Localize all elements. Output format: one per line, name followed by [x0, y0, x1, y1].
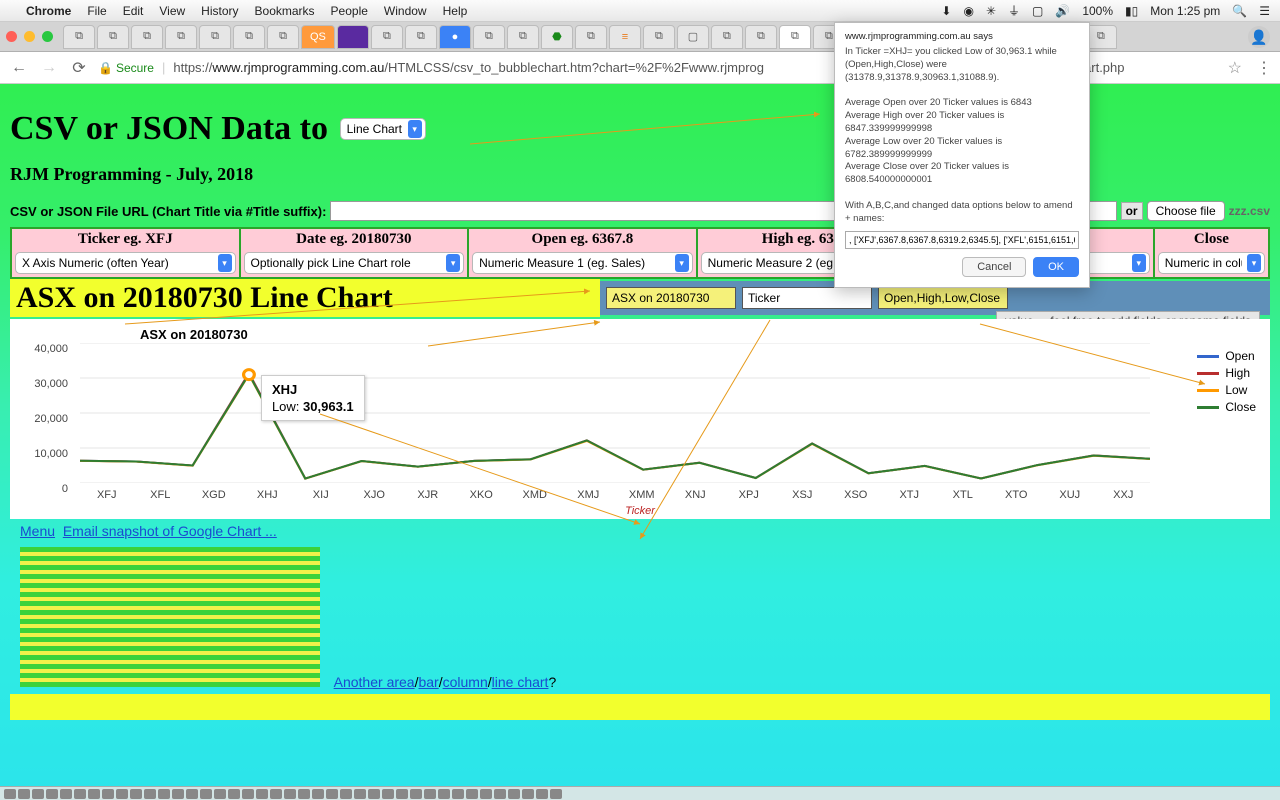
wifi-icon[interactable]: ⏚ — [1008, 2, 1020, 19]
alert-cancel-button[interactable]: Cancel — [962, 257, 1026, 277]
browser-tab[interactable]: ⧉ — [131, 25, 163, 49]
col-role-select[interactable]: Numeric Measure 1 (eg. Sales) — [472, 252, 693, 274]
browser-tab[interactable]: ⧉ — [199, 25, 231, 49]
email-snapshot-link[interactable]: Email snapshot of Google Chart ... — [63, 523, 277, 539]
bookmark-star-icon[interactable]: ☆ — [1228, 58, 1242, 78]
area-link[interactable]: area — [387, 674, 415, 690]
menu-window[interactable]: Window — [384, 4, 427, 18]
battery-icon: ▮▯ — [1125, 4, 1138, 18]
profile-avatar-icon[interactable]: 👤 — [1248, 26, 1270, 48]
chart-type-select[interactable]: Line Chart — [340, 118, 426, 140]
column-link[interactable]: column — [443, 674, 488, 690]
browser-tab[interactable]: ⬣ — [541, 25, 573, 49]
menu-link[interactable]: Menu — [20, 523, 55, 539]
reload-button[interactable]: ⟳ — [68, 57, 90, 79]
col-role-select[interactable]: Numeric in colu — [1158, 252, 1265, 274]
line-link[interactable]: line chart — [492, 674, 549, 690]
chart-x-axis-label: Ticker — [625, 505, 655, 517]
chart-title-input[interactable] — [606, 287, 736, 309]
zoom-window-icon[interactable] — [42, 31, 53, 42]
browser-tab-active[interactable]: ⧉ — [779, 25, 811, 49]
chart-heading-banner: ASX on 20180730 Line Chart — [10, 279, 600, 317]
browser-tab[interactable]: ⧉ — [371, 25, 403, 49]
page-title: CSV or JSON Data to — [10, 110, 328, 148]
menu-edit[interactable]: Edit — [123, 4, 144, 18]
browser-tab[interactable]: ⧉ — [63, 25, 95, 49]
alert-domain: www.rjmprogramming.com.au says — [845, 31, 1079, 42]
airplay-icon[interactable]: ▢ — [1032, 4, 1043, 18]
browser-tab[interactable] — [337, 25, 369, 49]
footer-strip — [10, 694, 1270, 720]
menu-bookmarks[interactable]: Bookmarks — [255, 4, 315, 18]
chosen-filename: zzz.csv — [1229, 204, 1270, 218]
col-header: Ticker eg. XFJ — [12, 229, 239, 250]
line-chart[interactable]: ASX on 20180730 40,000 30,000 20,000 10,… — [10, 319, 1270, 519]
chart-legend: Open High Low Close — [1197, 349, 1256, 417]
browser-tab[interactable]: ⧉ — [97, 25, 129, 49]
col-role-select[interactable]: X Axis Numeric (often Year) — [15, 252, 236, 274]
forward-button[interactable]: → — [38, 57, 60, 79]
chart-x-axis: XFJXFLXGDXHJXIJXJOXJRXKOXMDXMJXMMXNJXPJX… — [80, 489, 1150, 501]
col-role-select[interactable]: Optionally pick Line Chart role — [244, 252, 465, 274]
minimize-window-icon[interactable] — [24, 31, 35, 42]
window-controls[interactable] — [6, 31, 53, 42]
browser-tab[interactable]: QS — [301, 25, 335, 49]
menu-people[interactable]: People — [331, 4, 368, 18]
chart-inner-title: ASX on 20180730 — [140, 327, 248, 342]
col-header: Date eg. 20180730 — [241, 229, 468, 250]
secure-indicator[interactable]: 🔒 Secure — [98, 61, 154, 75]
download-icon[interactable]: ⬇ — [941, 4, 951, 18]
macos-menubar: Chrome File Edit View History Bookmarks … — [0, 0, 1280, 22]
browser-tab[interactable]: ⧉ — [267, 25, 299, 49]
browser-tab[interactable]: ⧉ — [405, 25, 437, 49]
browser-tab[interactable]: ● — [439, 25, 471, 49]
another-chart-links: Another area/bar/column/line chart? — [334, 674, 557, 690]
or-label: or — [1121, 202, 1143, 220]
browser-tab[interactable]: ≡ — [609, 25, 641, 49]
x-axis-name-input[interactable] — [742, 287, 872, 309]
browser-tab[interactable]: ⧉ — [507, 25, 539, 49]
chart-tooltip: XHJ Low: 30,963.1 — [261, 375, 365, 421]
browser-tab[interactable]: ⧉ — [575, 25, 607, 49]
bar-link[interactable]: bar — [418, 674, 438, 690]
col-header: Open eg. 6367.8 — [469, 229, 696, 250]
menu-view[interactable]: View — [159, 4, 185, 18]
chart-links: Menu Email snapshot of Google Chart ... — [10, 519, 1270, 543]
snapshot-thumbnail[interactable] — [20, 547, 320, 687]
menu-help[interactable]: Help — [443, 4, 468, 18]
menu-history[interactable]: History — [201, 4, 238, 18]
back-button[interactable]: ← — [8, 57, 30, 79]
browser-tab[interactable]: ⧉ — [473, 25, 505, 49]
browser-tab[interactable]: ⧉ — [643, 25, 675, 49]
alert-ok-button[interactable]: OK — [1033, 257, 1079, 277]
browser-tab[interactable]: ⧉ — [233, 25, 265, 49]
spotlight-icon[interactable]: 🔍 — [1232, 4, 1247, 18]
menu-icon[interactable]: ☰ — [1259, 4, 1270, 18]
menu-file[interactable]: File — [87, 4, 106, 18]
clock[interactable]: Mon 1:25 pm — [1150, 4, 1220, 18]
series-names-input[interactable] — [878, 287, 1008, 309]
chrome-menu-icon[interactable]: ⋮ — [1256, 58, 1272, 78]
chart-plot-area[interactable] — [80, 343, 1150, 483]
antivirus-icon[interactable]: ✳ — [986, 4, 996, 18]
battery-label: 100% — [1082, 4, 1113, 18]
another-link[interactable]: Another — [334, 674, 387, 690]
alert-message: In Ticker =XHJ= you clicked Low of 30,96… — [845, 46, 1079, 225]
browser-tab[interactable]: ▢ — [677, 25, 709, 49]
browser-tab[interactable]: ⧉ — [711, 25, 743, 49]
sync-icon[interactable]: ◉ — [963, 4, 973, 18]
file-url-label: CSV or JSON File URL (Chart Title via #T… — [10, 204, 326, 219]
choose-file-button[interactable]: Choose file — [1147, 201, 1225, 221]
js-prompt-dialog: www.rjmprogramming.com.au says In Ticker… — [834, 22, 1090, 288]
browser-tab[interactable]: ⧉ — [745, 25, 777, 49]
macos-dock[interactable] — [0, 786, 1280, 800]
alert-input[interactable] — [845, 231, 1079, 249]
browser-tab[interactable]: ⧉ — [165, 25, 197, 49]
chart-heading: ASX on 20180730 Line Chart — [16, 281, 594, 315]
menubar-app[interactable]: Chrome — [26, 4, 71, 18]
col-header: Close — [1155, 229, 1268, 250]
chart-y-axis: 40,000 30,000 20,000 10,000 0 — [24, 343, 74, 483]
close-window-icon[interactable] — [6, 31, 17, 42]
volume-icon[interactable]: 🔊 — [1055, 4, 1070, 18]
